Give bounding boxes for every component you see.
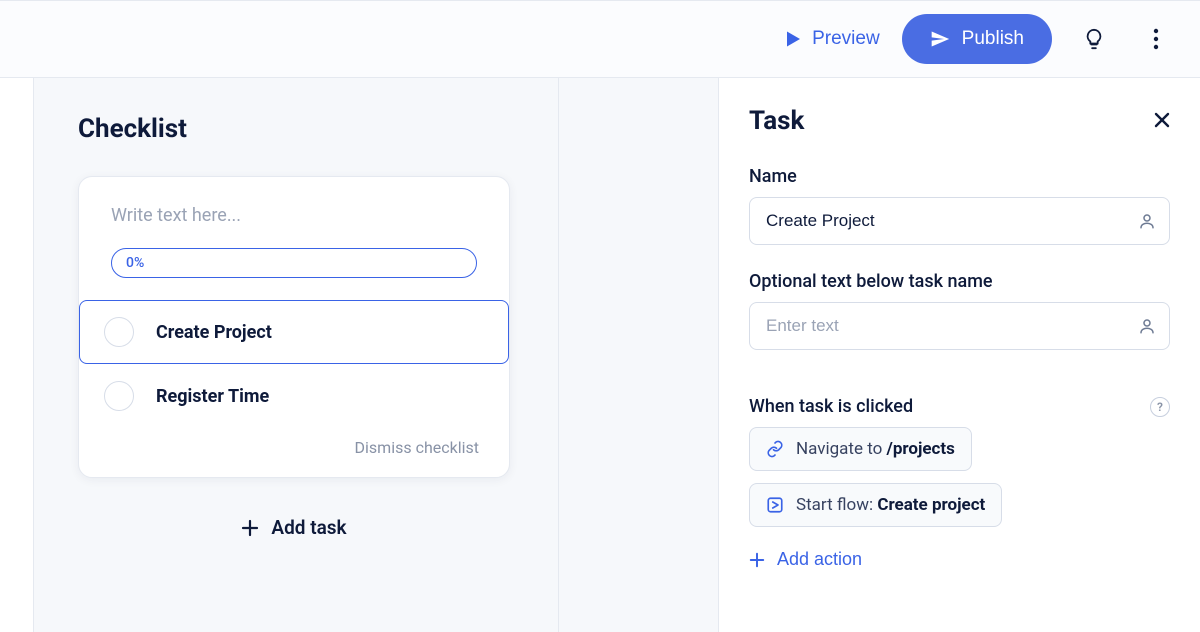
link-icon [766, 440, 784, 458]
action-text: Navigate to /projects [796, 439, 955, 459]
publish-label: Publish [962, 28, 1024, 50]
user-icon [1138, 212, 1156, 230]
canvas: Checklist Write text here... 0% Create P… [34, 78, 558, 632]
optional-label: Optional text below task name [749, 271, 1170, 292]
play-icon [786, 30, 802, 48]
more-vertical-icon [1153, 28, 1159, 50]
optional-input-row [749, 302, 1170, 350]
add-task-label: Add task [271, 516, 346, 539]
tips-button[interactable] [1074, 19, 1114, 59]
user-icon [1138, 317, 1156, 335]
task-row-register-time[interactable]: Register Time [79, 364, 509, 428]
add-action-button[interactable]: Add action [749, 549, 862, 570]
publish-button[interactable]: Publish [902, 14, 1052, 64]
panel-title: Task [749, 106, 804, 136]
task-checkbox[interactable] [104, 317, 134, 347]
dismiss-checklist[interactable]: Dismiss checklist [79, 428, 509, 457]
task-label: Create Project [156, 322, 272, 343]
progress-value: 0% [126, 255, 144, 271]
name-input-row [749, 197, 1170, 245]
send-icon [930, 29, 950, 49]
progress-wrap: 0% [79, 248, 509, 300]
panel-header: Task [749, 106, 1170, 136]
flow-icon [766, 496, 784, 514]
checklist-card: Write text here... 0% Create Project Reg… [78, 176, 510, 478]
more-menu-button[interactable] [1136, 19, 1176, 59]
left-rail [0, 78, 34, 632]
main-area: Checklist Write text here... 0% Create P… [0, 78, 1200, 632]
task-checkbox[interactable] [104, 381, 134, 411]
personalize-button[interactable] [1138, 212, 1156, 230]
task-label: Register Time [156, 386, 269, 407]
when-clicked-label: When task is clicked ? [749, 396, 1170, 417]
personalize-button[interactable] [1138, 317, 1156, 335]
help-icon[interactable]: ? [1150, 397, 1170, 417]
add-action-label: Add action [777, 549, 862, 570]
checklist-intro-placeholder[interactable]: Write text here... [79, 205, 509, 248]
canvas-right-gutter [558, 78, 718, 632]
preview-label: Preview [812, 28, 880, 50]
progress-pill: 0% [111, 248, 477, 278]
add-task-button[interactable]: Add task [78, 516, 510, 539]
plus-icon [241, 519, 259, 537]
plus-icon [749, 552, 765, 568]
topbar: Preview Publish [0, 0, 1200, 78]
name-label: Name [749, 166, 1170, 187]
close-panel-button[interactable] [1154, 108, 1170, 134]
preview-button[interactable]: Preview [786, 28, 880, 50]
action-navigate[interactable]: Navigate to /projects [749, 427, 972, 471]
close-icon [1154, 112, 1170, 128]
action-text: Start flow: Create project [796, 495, 985, 515]
lightbulb-icon [1083, 28, 1105, 50]
task-row-create-project[interactable]: Create Project [79, 300, 509, 364]
name-input[interactable] [749, 197, 1170, 245]
action-start-flow[interactable]: Start flow: Create project [749, 483, 1002, 527]
checklist-heading: Checklist [78, 114, 514, 144]
optional-input[interactable] [749, 302, 1170, 350]
task-panel: Task Name Optional text below task name … [718, 78, 1200, 632]
when-clicked-text: When task is clicked [749, 396, 913, 417]
